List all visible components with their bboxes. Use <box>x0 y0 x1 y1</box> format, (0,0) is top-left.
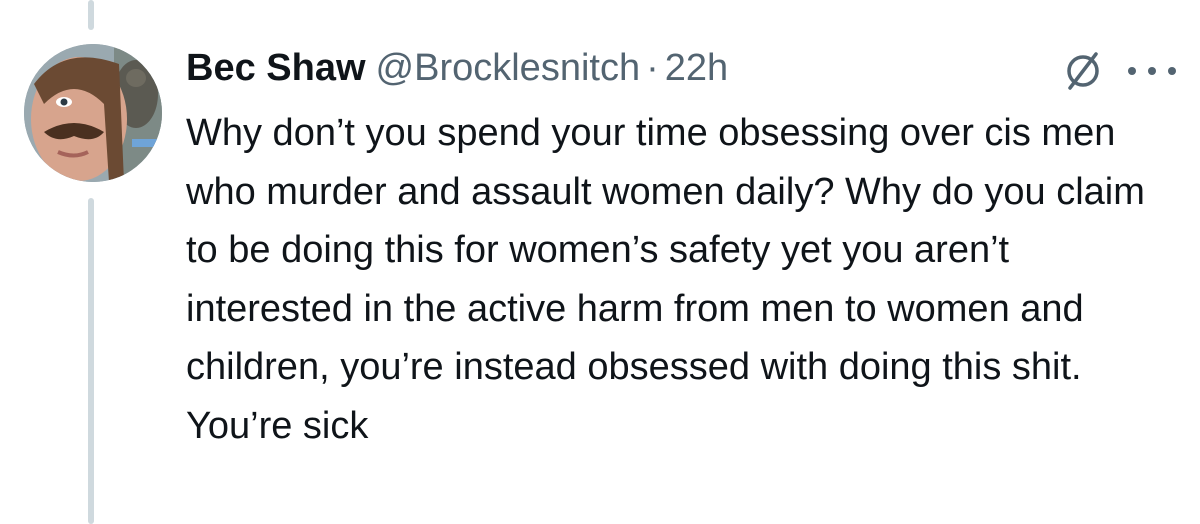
more-options-icon[interactable] <box>1128 56 1176 86</box>
tweet-header: Bec Shaw @Brocklesnitch · 22h <box>186 42 728 94</box>
hidden-replies-icon[interactable] <box>1060 48 1106 94</box>
more-dot <box>1168 67 1176 75</box>
more-dot <box>1128 67 1136 75</box>
display-name[interactable]: Bec Shaw <box>186 42 366 94</box>
more-dot <box>1148 67 1156 75</box>
user-handle[interactable]: @Brocklesnitch <box>376 42 641 94</box>
thread-line-top <box>88 0 94 30</box>
tweet-text: Why don’t you spend your time obsessing … <box>186 112 1156 447</box>
timestamp[interactable]: 22h <box>665 42 728 94</box>
avatar[interactable] <box>24 44 162 182</box>
avatar-image <box>24 44 162 182</box>
thread-line-bottom <box>88 198 94 524</box>
separator-dot: · <box>646 47 659 89</box>
